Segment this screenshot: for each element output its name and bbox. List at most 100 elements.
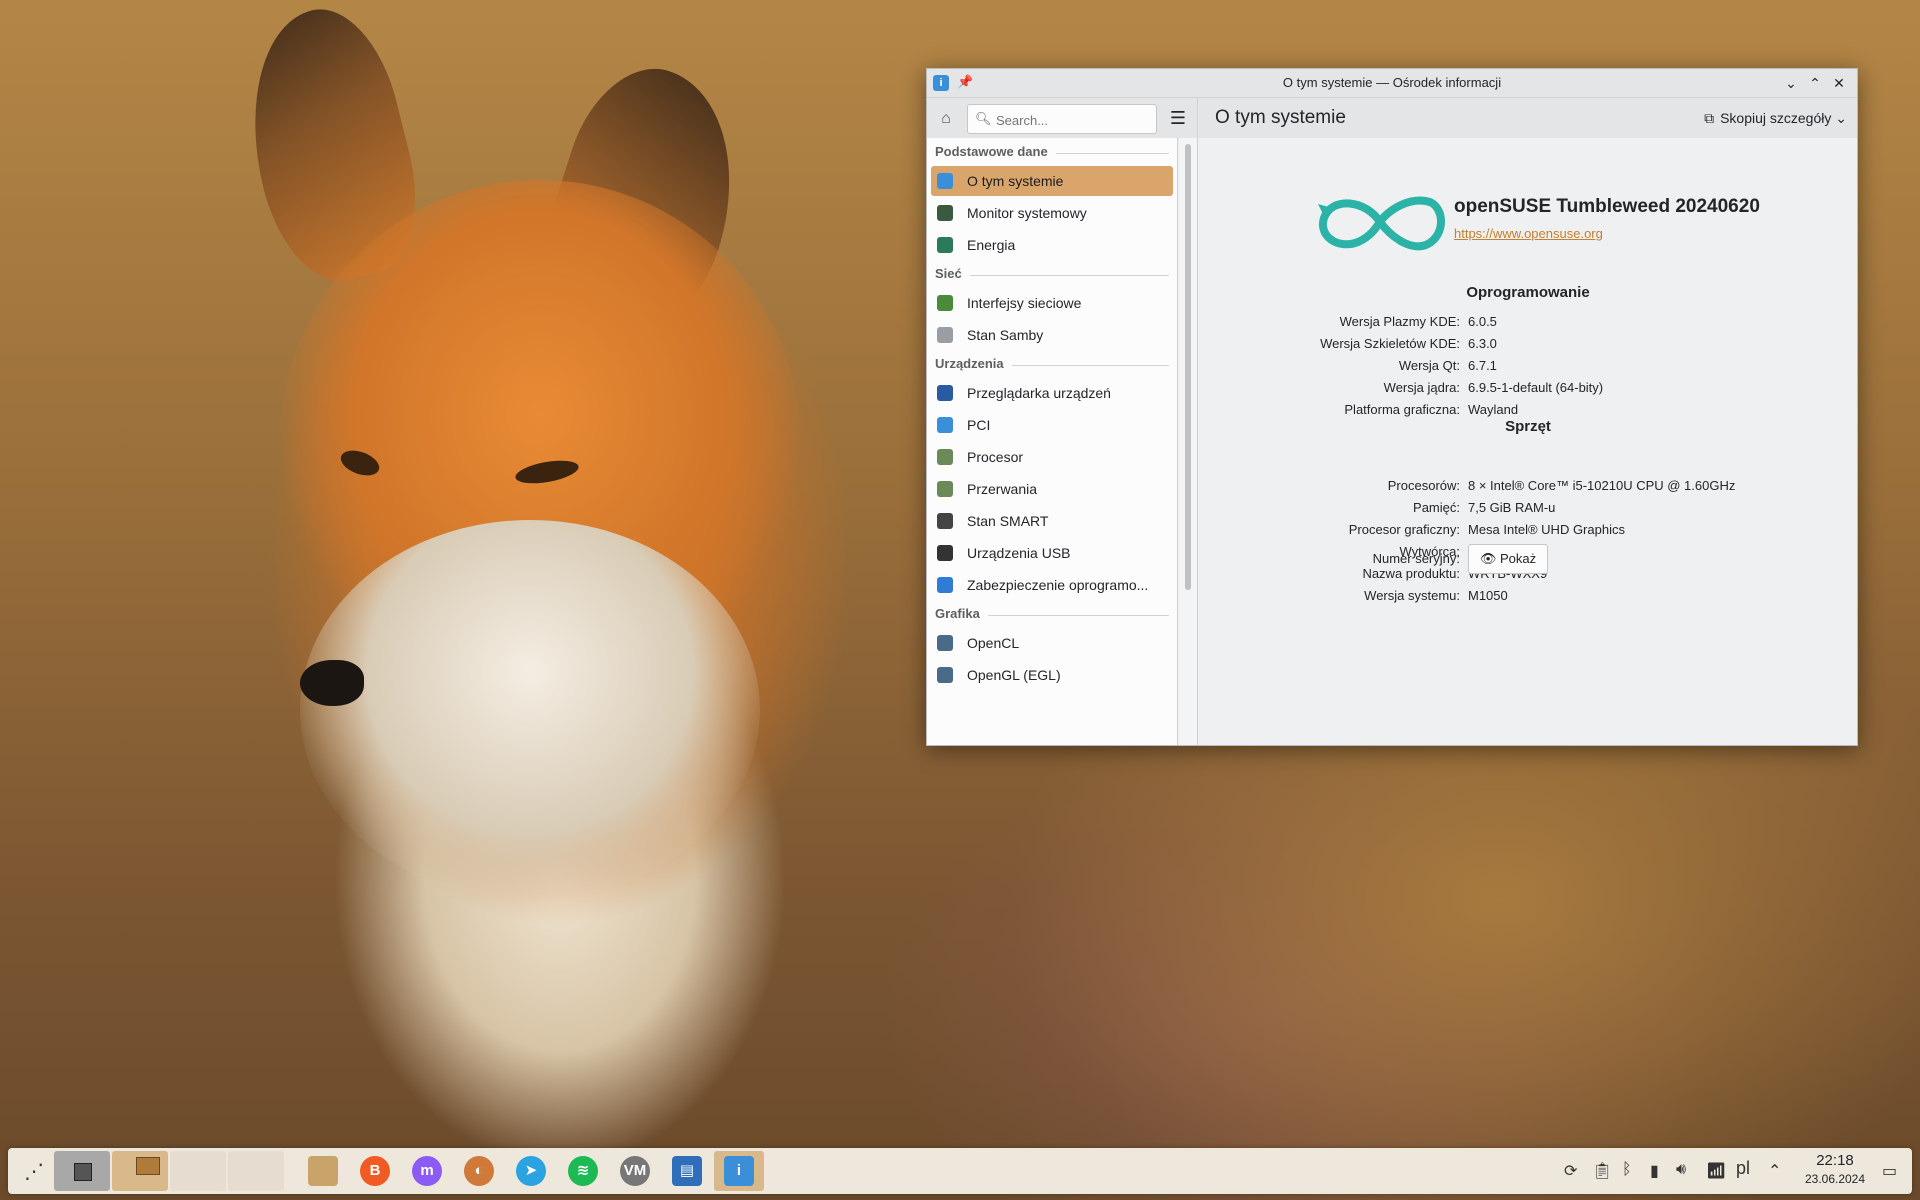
wallpaper-shape [300,520,760,900]
info-key: Pamięć: [1413,500,1460,515]
clipboard-icon[interactable]: 📋︎ [1592,1161,1612,1181]
taskbar-app-button[interactable]: ➤ [506,1151,556,1191]
sidebar-item[interactable]: Procesor [931,442,1173,472]
sidebar-item[interactable]: Stan Samby [931,320,1173,350]
eye-icon: 👁︎ [1479,551,1497,566]
sidebar-item-label: PCI [967,417,991,433]
energy-icon [937,237,953,253]
sidebar-item[interactable]: Monitor systemowy [931,198,1173,228]
home-button[interactable]: ⌂ [935,108,957,130]
info-key: Procesorów: [1387,478,1460,493]
info-key: Wersja Szkieletów KDE: [1320,336,1460,351]
copy-details-label: Skopiuj szczegóły [1720,110,1832,126]
notes-icon: ▤ [672,1156,702,1186]
taskbar-app-button[interactable]: ◐ [454,1151,504,1191]
sidebar-item-label: Urządzenia USB [967,545,1071,561]
search-box[interactable]: 🔍︎ [967,104,1157,134]
taskbar-app-button[interactable]: B [350,1151,400,1191]
show-desktop-icon[interactable]: ▭ [1882,1161,1897,1181]
sidebar-item[interactable]: OpenGL (EGL) [931,660,1173,690]
sidebar-item[interactable]: O tym systemie [931,166,1173,196]
software-heading: Oprogramowanie [1466,284,1590,301]
usb-icon [937,545,953,561]
taskbar-app-button[interactable]: i [714,1151,764,1191]
virtual-desktop-2[interactable] [112,1151,168,1191]
show-serial-label: Pokaż [1500,551,1537,566]
sidebar-item-label: Przerwania [967,481,1038,497]
samba-icon [937,327,953,343]
taskbar-app-button[interactable]: m [402,1151,452,1191]
maximize-button[interactable]: ⌃ [1805,73,1825,93]
sidebar-group-heading: Urządzenia [935,356,1169,376]
keyboard-layout-indicator[interactable]: pl [1736,1158,1750,1179]
sidebar-item[interactable]: PCI [931,410,1173,440]
sidebar-group-heading: Sieć [935,266,1169,286]
info-key: Wersja Qt: [1398,358,1460,373]
file-manager-icon [308,1156,338,1186]
copy-icon: ⧉ [1704,110,1715,126]
info-value: Wayland [1468,402,1519,417]
sidebar-group-title: Grafika [935,606,988,621]
copy-details-button[interactable]: ⧉ Skopiuj szczegóły ⌄ [1704,106,1847,130]
taskbar-app-button[interactable]: ▤ [662,1151,712,1191]
taskbar-app-button[interactable] [298,1151,348,1191]
battery-icon[interactable]: ▮ [1650,1161,1659,1181]
volume-icon[interactable]: 🔊︎ [1676,1161,1686,1179]
sidebar-item[interactable]: Przeglądarka urządzeń [931,378,1173,408]
show-serial-button[interactable]: 👁︎ Pokaż [1468,544,1548,574]
sidebar-item[interactable]: Zabezpieczenie oprogramo... [931,570,1173,600]
update-icon[interactable]: ⟳ [1564,1161,1577,1181]
info-key: Wersja Plazmy KDE: [1339,314,1460,329]
search-input[interactable] [994,110,1153,130]
sidebar-item[interactable]: Przerwania [931,474,1173,504]
info-row: Wersja systemu: M1050 [1198,588,1858,610]
wifi-icon[interactable]: 📶︎ [1706,1161,1726,1181]
info-value: Mesa Intel® UHD Graphics [1468,522,1625,537]
sidebar-item[interactable]: Interfejsy sieciowe [931,288,1173,318]
messenger-icon: m [412,1156,442,1186]
virtual-desktop-1[interactable] [54,1151,110,1191]
minimize-button[interactable]: ⌄ [1781,73,1801,93]
info-value: 6.9.5-1-default (64-bity) [1468,380,1604,395]
sidebar-group-title: Podstawowe dane [935,144,1056,159]
sidebar-item-label: OpenCL [967,635,1020,651]
info-value: 8 × Intel® Core™ i5-10210U CPU @ 1.60GHz [1468,478,1736,493]
clock-time[interactable]: 22:18 [1800,1152,1870,1169]
sidebar-item-label: Zabezpieczenie oprogramo... [967,577,1149,593]
sidebar-scrollbar[interactable] [1179,138,1198,745]
opencl-icon [937,635,953,651]
app-launcher-button[interactable]: ⋰ [16,1151,52,1191]
virtual-desktop-4[interactable] [228,1151,284,1191]
bluetooth-icon[interactable]: ᛒ [1622,1161,1632,1179]
titlebar[interactable]: i 📌 O tym systemie — Ośrodek informacji … [927,69,1857,98]
hamburger-menu-button[interactable]: ☰ [1165,106,1191,130]
tray-expand-icon[interactable]: ⌃ [1768,1161,1781,1181]
clock-date[interactable]: 23.06.2024 [1796,1172,1874,1186]
close-button[interactable]: ✕ [1829,73,1849,93]
os-url-link[interactable]: https://www.opensuse.org [1454,226,1603,241]
taskbar-app-button[interactable]: ≋ [558,1151,608,1191]
serial-row: Numer seryjny: 👁︎ Pokaż [1198,544,1858,574]
virtual-desktop-3[interactable] [170,1151,226,1191]
info-value: 6.7.1 [1468,358,1497,373]
desktop-window-thumb [136,1157,160,1175]
sidebar-item-label: Stan SMART [967,513,1049,529]
page-title: O tym systemie [1215,107,1346,128]
scrollbar-thumb[interactable] [1185,144,1191,590]
sidebar-item-label: Energia [967,237,1016,253]
about-content: openSUSE Tumbleweed 20240620 https://www… [1198,138,1857,745]
info-icon [937,173,953,189]
desktop-window-thumb [74,1163,92,1181]
monitor-icon [937,205,953,221]
sidebar-item[interactable]: Stan SMART [931,506,1173,536]
sidebar-group-heading: Podstawowe dane [935,144,1169,164]
sidebar-item[interactable]: Energia [931,230,1173,260]
sidebar-item[interactable]: OpenCL [931,628,1173,658]
sidebar-item[interactable]: Urządzenia USB [931,538,1173,568]
opensuse-logo [1318,196,1445,251]
taskbar-app-button[interactable]: VM [610,1151,660,1191]
sidebar-group-heading: Grafika [935,606,1169,626]
info-row: Wersja jądra: 6.9.5-1-default (64-bity) [1198,380,1858,402]
info-center-window: i 📌 O tym systemie — Ośrodek informacji … [926,68,1858,746]
toolbar-separator [1197,98,1198,138]
